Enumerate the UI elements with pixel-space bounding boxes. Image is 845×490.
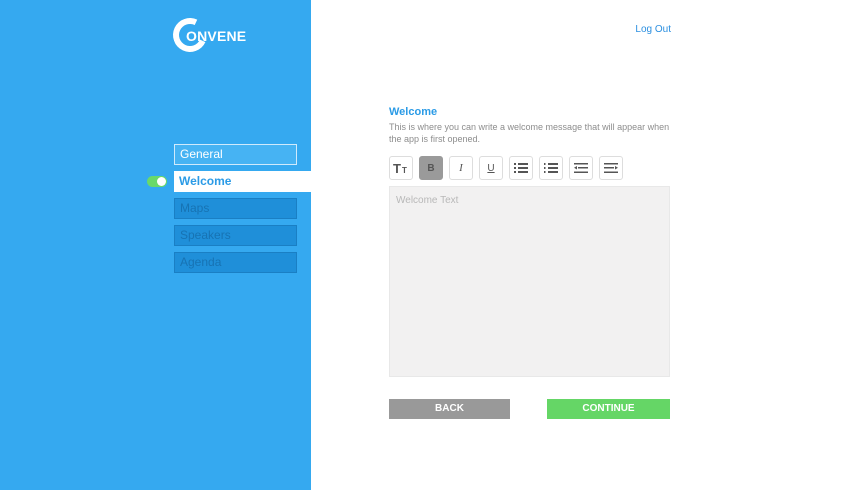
convene-logo: ONVENE [168,13,247,57]
sidebar-item-speakers[interactable]: Speakers [174,225,297,246]
underline-button[interactable]: U [479,156,503,180]
bold-icon: B [427,162,435,174]
svg-text:T: T [393,162,401,174]
logout-link[interactable]: Log Out [635,24,671,35]
logo-text: ONVENE [186,28,247,44]
svg-text:T: T [402,166,407,174]
section-title: Welcome [389,106,438,118]
indent-icon [604,163,618,173]
sidebar-item-general[interactable]: General [174,144,297,165]
numbered-list-icon [544,163,558,173]
outdent-button[interactable] [569,156,593,180]
numbered-list-button[interactable] [539,156,563,180]
bullet-list-icon [514,163,528,173]
back-button[interactable]: BACK [389,399,510,419]
sidebar-item-welcome[interactable]: Welcome [174,171,311,192]
text-size-button[interactable]: TT [389,156,413,180]
italic-button[interactable]: I [449,156,473,180]
bullet-list-button[interactable] [509,156,533,180]
editor-placeholder: Welcome Text [396,195,459,206]
section-description: This is where you can write a welcome me… [389,122,670,144]
toggle-knob [157,177,166,186]
underline-icon: U [487,162,495,174]
text-size-icon: TT [393,162,409,174]
continue-button[interactable]: CONTINUE [547,399,670,419]
sidebar: ONVENE General Welcome Maps Speakers Age… [0,0,311,490]
outdent-icon [574,163,588,173]
welcome-text-editor[interactable]: Welcome Text [389,186,670,377]
sidebar-item-maps[interactable]: Maps [174,198,297,219]
sidebar-item-agenda[interactable]: Agenda [174,252,297,273]
italic-icon: I [459,162,463,174]
indent-button[interactable] [599,156,623,180]
sidebar-nav: General Welcome Maps Speakers Agenda [174,144,311,279]
bold-button[interactable]: B [419,156,443,180]
welcome-toggle[interactable] [147,176,167,187]
formatting-toolbar: TT B I U [389,156,623,180]
